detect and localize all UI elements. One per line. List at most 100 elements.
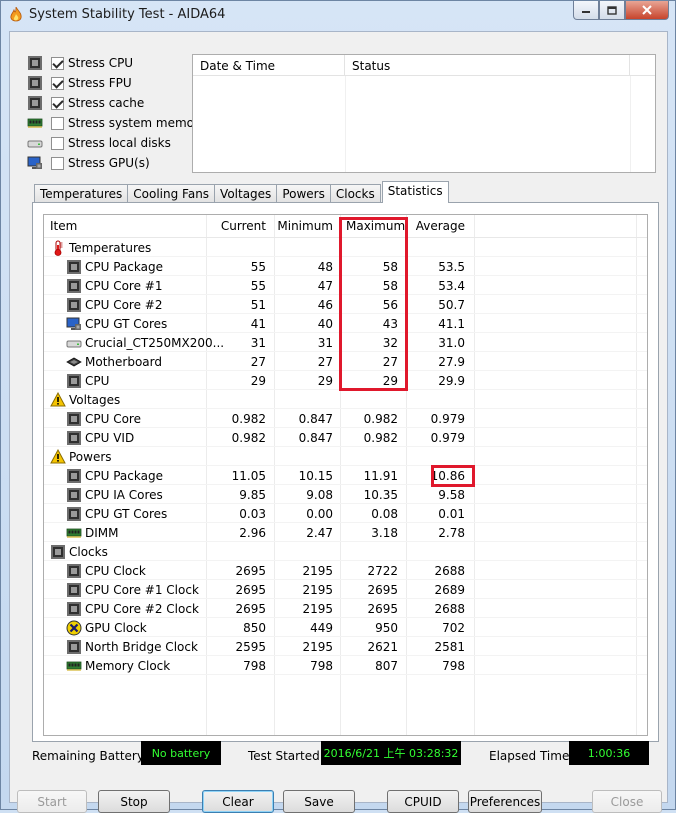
tab-cooling-fans[interactable]: Cooling Fans <box>127 184 216 203</box>
table-row[interactable]: CPU Core 0.982 0.847 0.982 0.979 <box>44 409 647 428</box>
stress-label[interactable]: Stress GPU(s) <box>68 156 150 170</box>
log-col-datetime[interactable]: Date & Time <box>193 55 345 75</box>
table-row[interactable]: DIMM 2.96 2.47 3.18 2.78 <box>44 523 647 542</box>
col-current-header[interactable]: Current <box>196 219 266 233</box>
item-cell: CPU Package <box>50 468 163 484</box>
minimize-icon[interactable] <box>573 1 599 20</box>
item-label: Powers <box>69 449 112 464</box>
statistics-table[interactable]: Item Current Minimum Maximum Average Tem… <box>43 214 648 736</box>
cpu-chip-icon <box>27 55 43 71</box>
current-value: 2.96 <box>239 525 266 540</box>
stress-label[interactable]: Stress cache <box>68 96 144 110</box>
current-value: 0.982 <box>231 430 266 445</box>
item-label: CPU VID <box>85 430 135 445</box>
average-value: 702 <box>442 620 465 635</box>
stress-option-row[interactable]: Stress FPU <box>27 73 206 93</box>
stress-options: Stress CPU Stress FPU Stress cache Stress s… <box>27 53 206 173</box>
average-value: 2581 <box>434 639 465 654</box>
log-divider <box>630 76 631 172</box>
current-value: 9.85 <box>239 487 266 502</box>
stress-checkbox[interactable] <box>51 116 64 130</box>
chip-icon <box>66 430 82 446</box>
stress-label[interactable]: Stress CPU <box>68 56 133 70</box>
stress-option-row[interactable]: Stress system memory <box>27 113 206 133</box>
chip-icon <box>66 373 82 389</box>
item-cell: GPU Clock <box>50 620 147 636</box>
item-cell: Voltages <box>50 391 120 408</box>
current-value: 0.03 <box>239 506 266 521</box>
item-cell: Memory Clock <box>50 658 170 674</box>
stress-option-row[interactable]: Stress CPU <box>27 53 206 73</box>
table-row[interactable]: CPU IA Cores 9.85 9.08 10.35 9.58 <box>44 485 647 504</box>
stress-option-row[interactable]: Stress GPU(s) <box>27 153 206 173</box>
table-row[interactable]: CPU Package 11.05 10.15 11.91 10.86 <box>44 466 647 485</box>
stress-checkbox[interactable] <box>51 96 64 110</box>
minimum-value: 9.08 <box>306 487 333 502</box>
current-value: 2695 <box>235 563 266 578</box>
table-row[interactable]: CPU GT Cores 0.03 0.00 0.08 0.01 <box>44 504 647 523</box>
minimum-value: 10.15 <box>298 468 333 483</box>
chip-icon <box>66 601 82 617</box>
stress-checkbox[interactable] <box>51 136 64 150</box>
tab-powers[interactable]: Powers <box>276 184 331 203</box>
table-row[interactable]: CPU Clock 2695 2195 2722 2688 <box>44 561 647 580</box>
table-row[interactable]: CPU VID 0.982 0.847 0.982 0.979 <box>44 428 647 447</box>
item-label: CPU Core #1 Clock <box>85 582 199 597</box>
item-cell: CPU Core #2 Clock <box>50 601 199 617</box>
col-average-header[interactable]: Average <box>401 219 465 233</box>
item-label: Motherboard <box>85 354 162 369</box>
caption-buttons <box>573 1 669 20</box>
tab-statistics[interactable]: Statistics <box>381 181 449 203</box>
item-label: Memory Clock <box>85 658 171 673</box>
group-row[interactable]: Voltages <box>44 390 647 409</box>
flame-app-icon <box>10 7 22 22</box>
stress-label[interactable]: Stress system memory <box>68 116 206 130</box>
col-minimum-header[interactable]: Minimum <box>269 219 333 233</box>
item-label: CPU Core #2 <box>85 297 163 312</box>
maximum-value: 0.08 <box>371 506 398 521</box>
col-item-header[interactable]: Item <box>50 219 77 233</box>
item-cell: CPU <box>50 373 109 389</box>
item-cell: CPU GT Cores <box>50 316 167 332</box>
stress-label[interactable]: Stress local disks <box>68 136 171 150</box>
tab-strip: Temperatures Cooling Fans Voltages Powers Cl… <box>34 181 449 203</box>
test-started-display: 2016/6/21 上午 03:28:32 <box>321 741 461 765</box>
item-label: CPU Package <box>85 259 163 274</box>
chip-icon <box>66 278 82 294</box>
tab-temperatures[interactable]: Temperatures <box>34 184 129 203</box>
table-row[interactable]: CPU Core #1 Clock 2695 2195 2695 2689 <box>44 580 647 599</box>
stress-checkbox[interactable] <box>51 156 64 170</box>
close-icon[interactable] <box>625 1 669 20</box>
group-row[interactable]: Powers <box>44 447 647 466</box>
table-row[interactable]: Memory Clock 798 798 807 798 <box>44 656 647 675</box>
battery-label: Remaining Battery: <box>32 749 148 763</box>
average-value: 9.58 <box>438 487 465 502</box>
stress-option-row[interactable]: Stress cache <box>27 93 206 113</box>
item-cell: CPU Core #1 Clock <box>50 582 199 598</box>
current-value: 0.982 <box>231 411 266 426</box>
table-row[interactable]: North Bridge Clock 2595 2195 2621 2581 <box>44 637 647 656</box>
log-table[interactable]: Date & Time Status <box>192 54 656 173</box>
average-value: 2688 <box>434 601 465 616</box>
tab-voltages[interactable]: Voltages <box>214 184 278 203</box>
stress-checkbox[interactable] <box>51 76 64 90</box>
log-col-status[interactable]: Status <box>345 55 630 75</box>
group-row[interactable]: Clocks <box>44 542 647 561</box>
tab-clocks[interactable]: Clocks <box>329 184 381 203</box>
maximum-value: 807 <box>375 658 398 673</box>
memory-module-icon <box>27 115 43 131</box>
item-label: Temperatures <box>69 240 152 255</box>
stress-checkbox[interactable] <box>51 56 64 70</box>
table-row[interactable]: GPU Clock 850 449 950 702 <box>44 618 647 637</box>
maximum-value: 2722 <box>367 563 398 578</box>
current-value: 51 <box>250 297 266 312</box>
stress-option-row[interactable]: Stress local disks <box>27 133 206 153</box>
stress-label[interactable]: Stress FPU <box>68 76 132 90</box>
chip-icon <box>66 639 82 655</box>
item-label: CPU Core #1 <box>85 278 163 293</box>
monitor-gpu-icon <box>66 316 82 332</box>
maximize-icon[interactable] <box>599 1 625 20</box>
maximum-value: 2695 <box>367 601 398 616</box>
minimum-value: 0.847 <box>298 430 333 445</box>
table-row[interactable]: CPU Core #2 Clock 2695 2195 2695 2688 <box>44 599 647 618</box>
